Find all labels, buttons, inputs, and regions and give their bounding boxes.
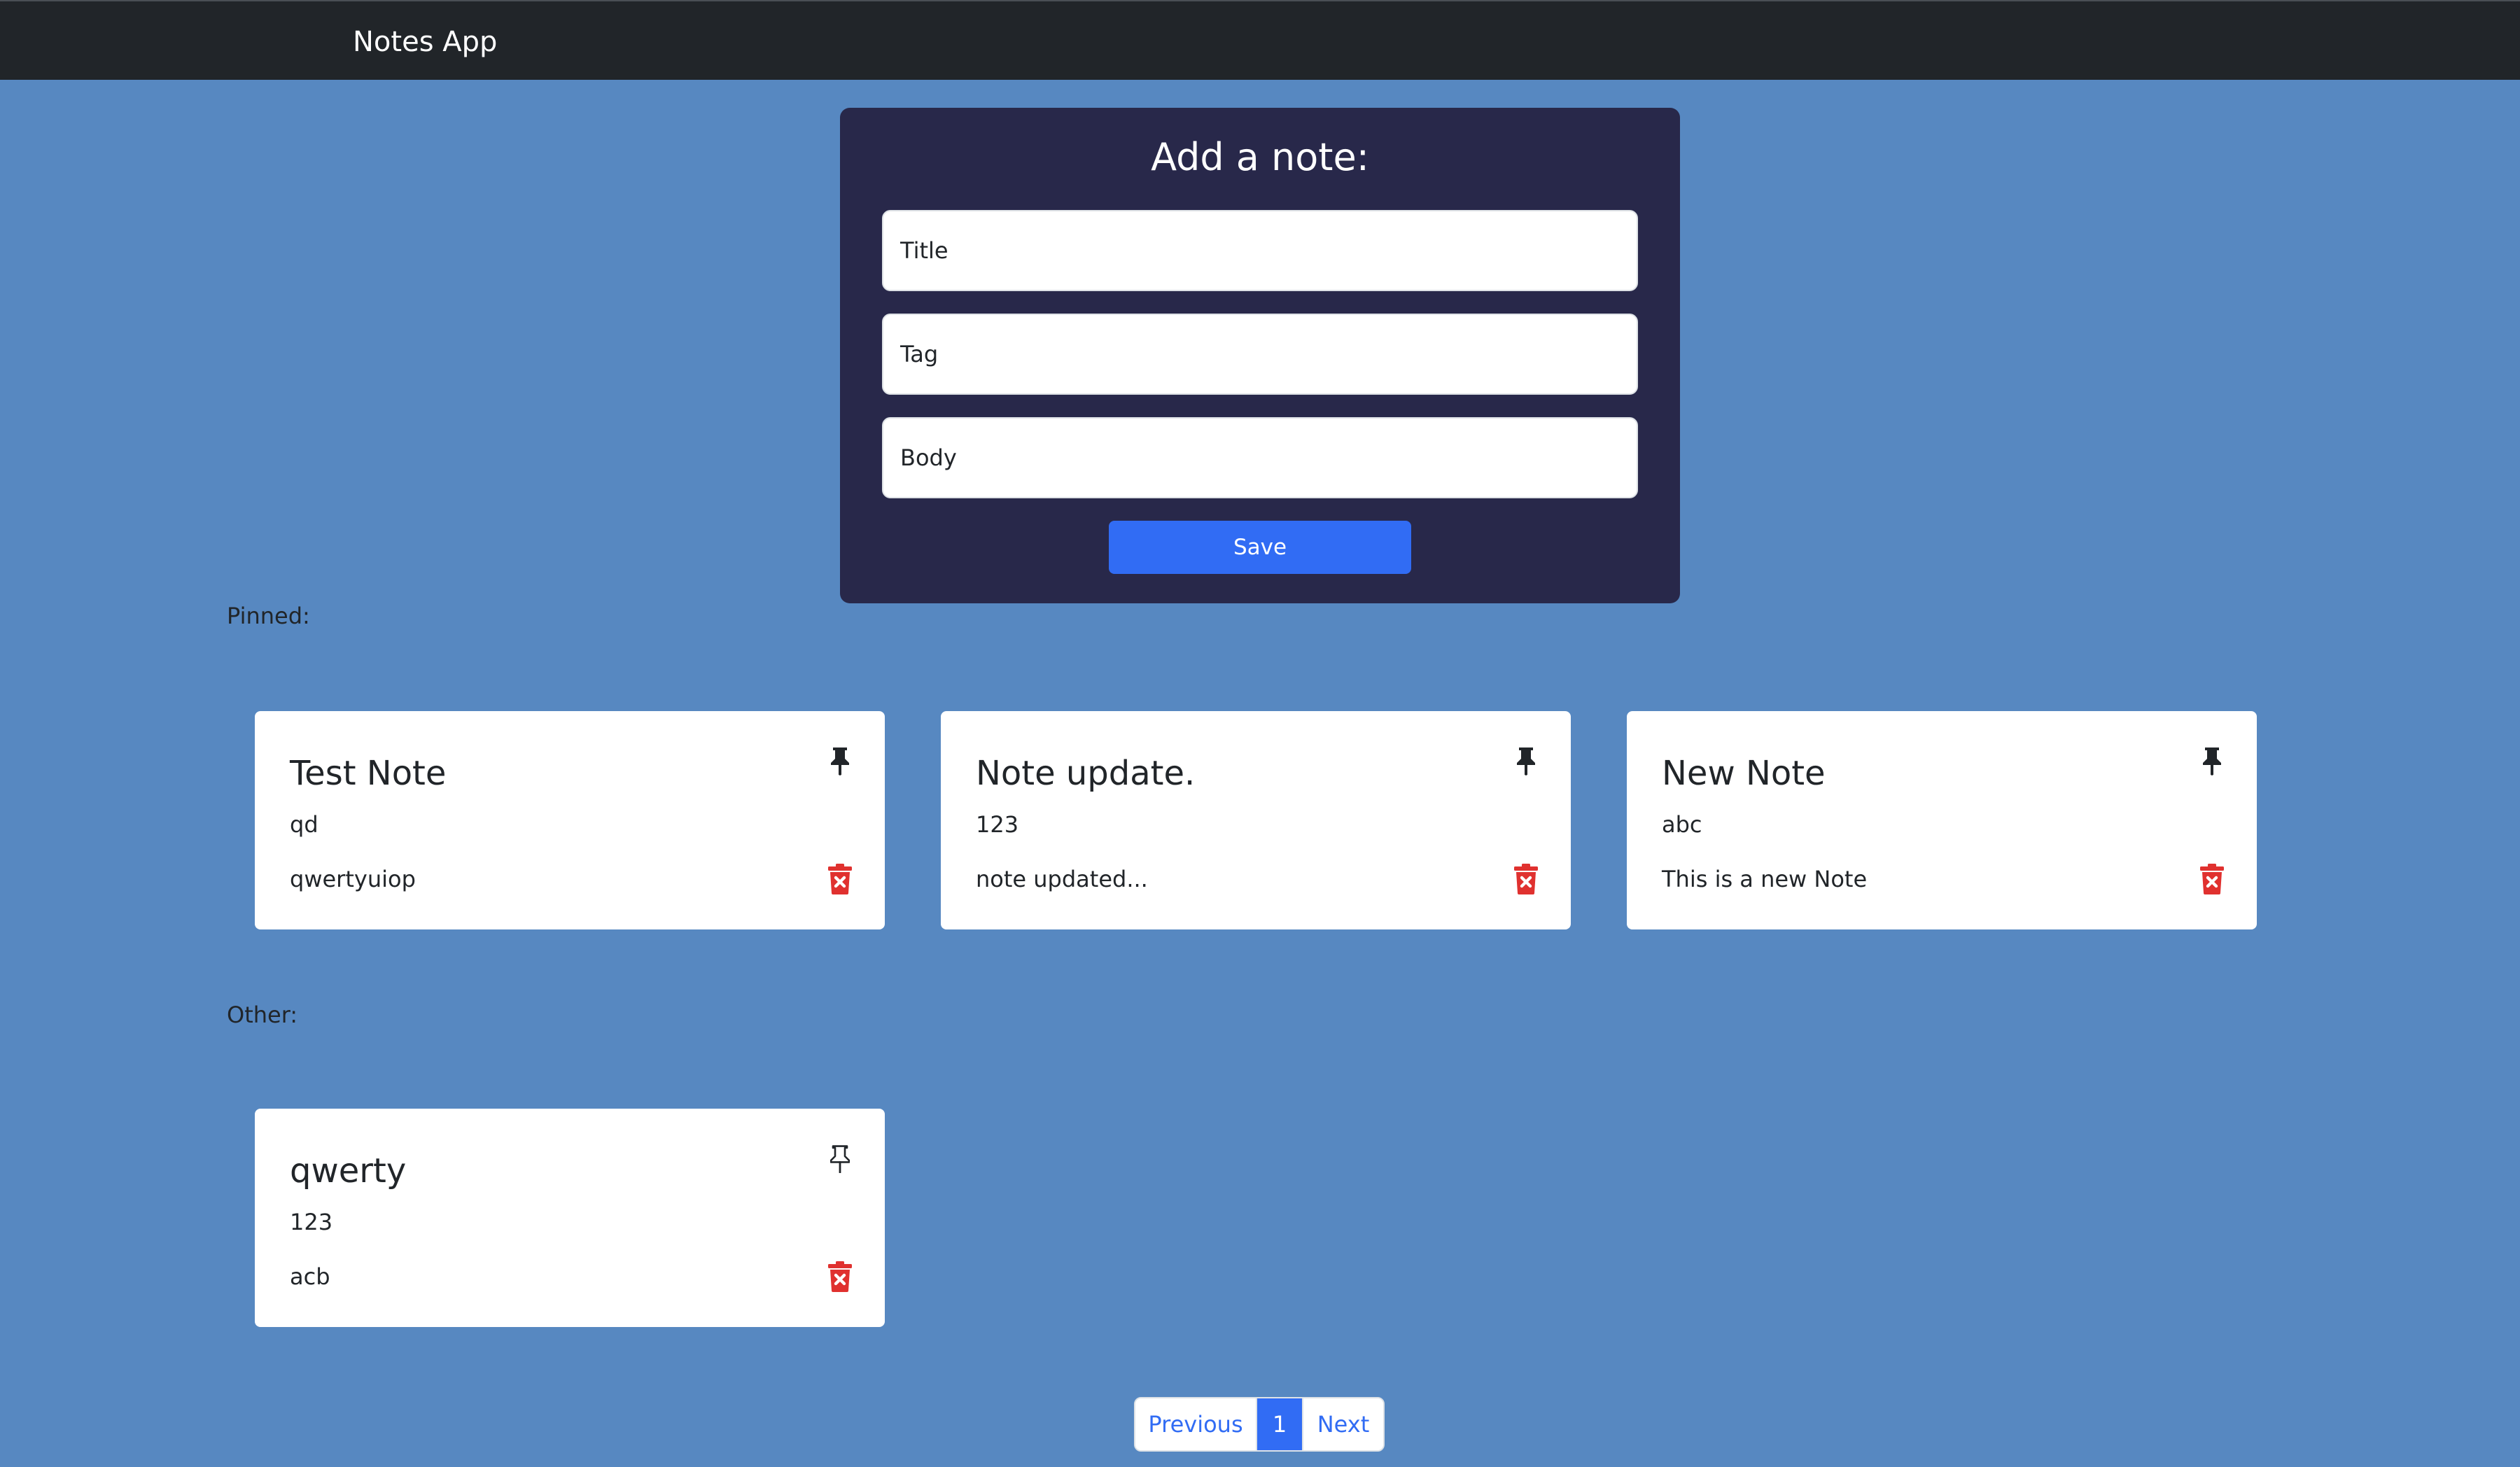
next-page-button[interactable]: Next [1302, 1398, 1383, 1450]
trash-x-icon [2200, 864, 2224, 894]
trash-x-icon [1514, 864, 1538, 894]
note-title: qwerty [290, 1151, 407, 1191]
delete-note-button[interactable] [1511, 859, 1541, 899]
delete-note-button[interactable] [825, 859, 855, 899]
pin-filled-icon [2203, 747, 2221, 775]
add-note-form: Add a note: Save [840, 108, 1680, 603]
note-title: Test Note [290, 754, 447, 793]
title-input[interactable] [882, 210, 1638, 291]
other-section-label: Other: [227, 1002, 298, 1028]
trash-x-icon [828, 1261, 852, 1292]
note-card: Test Note qd qwertyuiop [255, 711, 885, 929]
brand-link[interactable]: Notes App [353, 25, 497, 59]
note-body: This is a new Note [1662, 866, 1868, 892]
save-button[interactable]: Save [1109, 521, 1411, 574]
pin-filled-icon [831, 747, 849, 775]
note-body: qwertyuiop [290, 866, 416, 892]
pinned-section-label: Pinned: [227, 603, 310, 629]
previous-page-button[interactable]: Previous [1135, 1398, 1257, 1450]
note-title: Note update. [976, 754, 1196, 793]
pin-toggle-button[interactable] [1511, 742, 1541, 781]
note-title: New Note [1662, 754, 1826, 793]
delete-note-button[interactable] [825, 1257, 855, 1296]
pin-outline-icon [830, 1145, 850, 1173]
current-page-number[interactable]: 1 [1257, 1398, 1302, 1450]
pin-toggle-button[interactable] [2197, 742, 2227, 781]
pin-filled-icon [1517, 747, 1535, 775]
note-card: Note update. 123 note updated... [941, 711, 1571, 929]
note-tag: abc [1662, 811, 1702, 838]
note-body: note updated... [976, 866, 1148, 892]
note-tag: qd [290, 811, 318, 838]
pin-toggle-button[interactable] [825, 1139, 855, 1179]
delete-note-button[interactable] [2197, 859, 2227, 899]
note-tag: 123 [290, 1209, 333, 1235]
note-tag: 123 [976, 811, 1019, 838]
trash-x-icon [828, 864, 852, 894]
note-body: acb [290, 1263, 330, 1290]
navbar: Notes App [0, 0, 2520, 80]
note-card: New Note abc This is a new Note [1627, 711, 2257, 929]
note-card: qwerty 123 acb [255, 1109, 885, 1327]
pin-toggle-button[interactable] [825, 742, 855, 781]
tag-input[interactable] [882, 314, 1638, 395]
body-input[interactable] [882, 417, 1638, 498]
add-note-heading: Add a note: [1151, 135, 1369, 179]
pagination: Previous 1 Next [1134, 1397, 1385, 1452]
